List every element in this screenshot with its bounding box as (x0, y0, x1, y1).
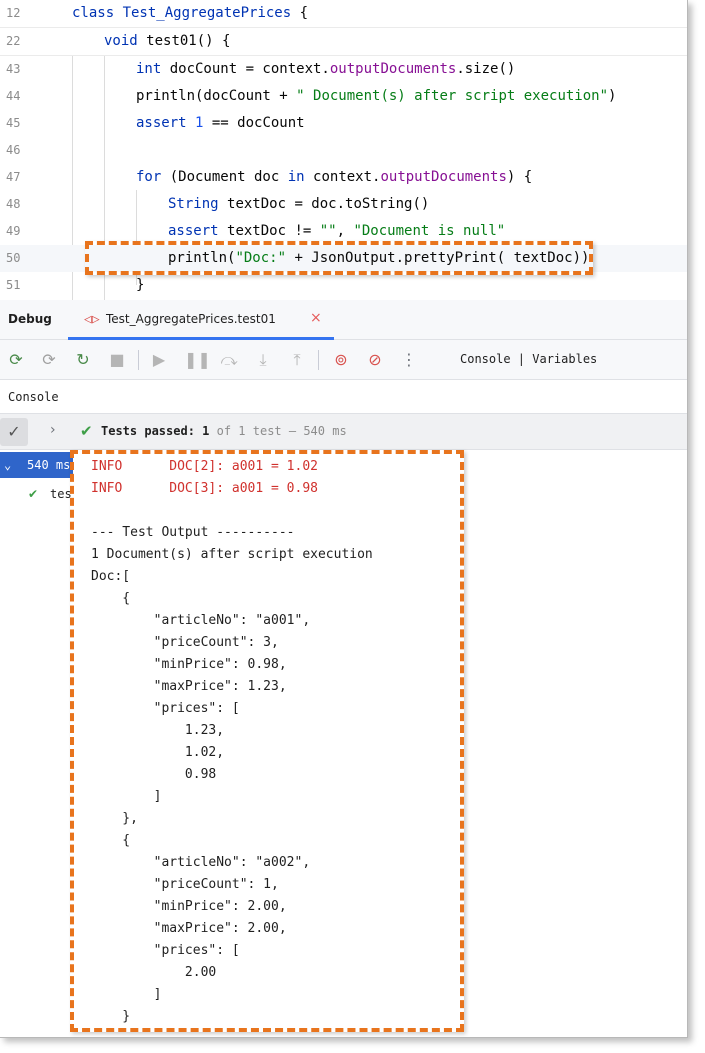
code-token: "" (319, 223, 337, 239)
line-number: 46 (6, 143, 21, 157)
view-switcher[interactable]: Console | Variables (460, 352, 597, 366)
line-number: 45 (6, 116, 21, 130)
highlight-annotation-box (85, 241, 593, 275)
code-token: ) (608, 88, 617, 104)
code-token: void (104, 33, 147, 49)
code-text: println(docCount + " Document(s) after s… (136, 86, 616, 106)
view-breakpoints-icon[interactable]: ⊚ (330, 349, 352, 371)
code-token: context. (313, 169, 381, 185)
test-run-icon: ◁▷ (84, 312, 100, 327)
code-line[interactable]: 45 assert 1 == docCount (0, 110, 687, 137)
sticky-line-class[interactable]: 12 class Test_AggregatePrices { (0, 0, 687, 28)
code-token: outputDocuments (329, 61, 457, 77)
code-line[interactable]: 43 int docCount = context.outputDocument… (0, 56, 687, 83)
code-text: int docCount = context.outputDocuments.s… (136, 59, 515, 79)
code-token: Test_AggregatePrices (122, 5, 292, 21)
debug-tool-window-header: Debug ◁▷ Test_AggregatePrices.test01 × (0, 300, 687, 340)
code-line[interactable]: 48 String textDoc = doc.toString() (0, 191, 687, 218)
ide-window: 12 class Test_AggregatePrices { 22 void … (0, 0, 688, 1038)
rerun-icon[interactable]: ⟳ (5, 349, 27, 371)
code-line[interactable]: 51 } (0, 272, 687, 299)
step-into-icon[interactable]: ⤓ (252, 349, 274, 371)
code-token: test01() { (146, 33, 231, 49)
more-icon[interactable]: ⋮ (398, 349, 420, 371)
code-text: class Test_AggregatePrices { (72, 3, 308, 23)
code-token: textDoc = doc.toString() (227, 196, 430, 212)
code-token: outputDocuments (380, 169, 507, 185)
code-token: for (136, 169, 170, 185)
code-token: ) { (506, 169, 533, 185)
code-line[interactable]: 46 (0, 137, 687, 164)
line-number: 12 (6, 6, 21, 20)
line-number: 51 (6, 278, 21, 292)
toolbar-separator (318, 350, 319, 370)
code-token: class (72, 5, 123, 21)
toolbar-separator (138, 350, 139, 370)
code-text: assert 1 == docCount (136, 113, 305, 133)
stop-icon[interactable]: ■ (106, 349, 128, 371)
code-text: } (136, 275, 144, 295)
pause-icon[interactable]: ❚❚ (184, 349, 211, 371)
code-text: void test01() { (104, 31, 230, 51)
highlight-annotation-box (70, 450, 464, 1032)
line-number: 43 (6, 62, 21, 76)
tests-summary: Tests passed: 1 of 1 test – 540 ms (101, 424, 347, 438)
sticky-line-method[interactable]: 22 void test01() { (0, 28, 687, 56)
code-token: , (336, 223, 354, 239)
mute-breakpoints-icon[interactable]: ⊘ (364, 349, 386, 371)
code-token: int (136, 61, 170, 77)
tree-item-label: 540 ms (27, 458, 71, 472)
step-out-icon[interactable]: ⤒ (286, 349, 308, 371)
chevron-right-icon[interactable]: › (50, 422, 56, 438)
tree-item-label: tes (50, 487, 72, 501)
line-number: 50 (6, 251, 21, 265)
close-icon[interactable]: × (310, 310, 322, 326)
test-status-bar: ✓ › ✔ Tests passed: 1 of 1 test – 540 ms (0, 414, 687, 450)
code-line[interactable]: 47 for (Document doc in context.outputDo… (0, 164, 687, 191)
code-token: String (168, 196, 228, 212)
tests-total: of 1 test – 540 ms (216, 424, 347, 438)
code-text: for (Document doc in context.outputDocum… (136, 167, 532, 187)
code-token: println(docCount + (136, 88, 297, 104)
line-number: 44 (6, 89, 21, 103)
console-label: Console (8, 390, 59, 404)
code-token: textDoc != (227, 223, 320, 239)
line-number: 22 (6, 34, 21, 48)
code-token: assert (168, 223, 228, 239)
rerun-debug-icon[interactable]: ↻ (72, 349, 94, 371)
code-token: .size() (456, 61, 516, 77)
code-token: } (136, 277, 145, 293)
code-token: (Document doc (169, 169, 288, 185)
code-token: "Document is null" (353, 223, 506, 239)
code-token: { (291, 5, 309, 21)
console-header: Console (0, 380, 687, 414)
tab-label: Test_AggregatePrices.test01 (106, 312, 276, 326)
code-token: docCount = context. (169, 61, 330, 77)
code-token: == docCount (203, 115, 305, 131)
resume-icon[interactable]: ▶ (148, 349, 170, 371)
tests-passed-label: Tests passed: (101, 424, 195, 438)
show-passed-toggle[interactable]: ✓ (0, 418, 28, 446)
code-text: String textDoc = doc.toString() (168, 194, 429, 214)
tree-item-test[interactable]: ✔ tes (0, 482, 73, 508)
tree-item-root[interactable]: ⌄ 540 ms (0, 452, 73, 478)
step-over-icon[interactable]: ⤼ (218, 349, 240, 371)
tab-debug-session[interactable]: ◁▷ Test_AggregatePrices.test01 × (78, 300, 336, 340)
line-number: 48 (6, 197, 21, 211)
debug-toolbar: ⟳ ⟳ ↻ ■ ▶ ❚❚ ⤼ ⤓ ⤒ ⊚ ⊘ ⋮ Console | Varia… (0, 340, 687, 380)
line-number: 49 (6, 224, 21, 238)
code-token: " Document(s) after script execution" (296, 88, 609, 104)
debug-title: Debug (8, 312, 52, 326)
check-icon: ✔ (80, 422, 93, 440)
code-editor[interactable]: 12 class Test_AggregatePrices { 22 void … (0, 0, 687, 300)
line-number: 47 (6, 170, 21, 184)
rerun-failed-icon[interactable]: ⟳ (38, 349, 60, 371)
code-token: assert (136, 115, 196, 131)
code-line[interactable]: 44 println(docCount + " Document(s) afte… (0, 83, 687, 110)
chevron-down-icon: ⌄ (4, 458, 12, 472)
tests-passed-count: 1 (202, 424, 210, 438)
code-text: assert textDoc != "", "Document is null" (168, 221, 505, 241)
code-token: in (287, 169, 314, 185)
check-icon: ✔ (28, 487, 39, 501)
